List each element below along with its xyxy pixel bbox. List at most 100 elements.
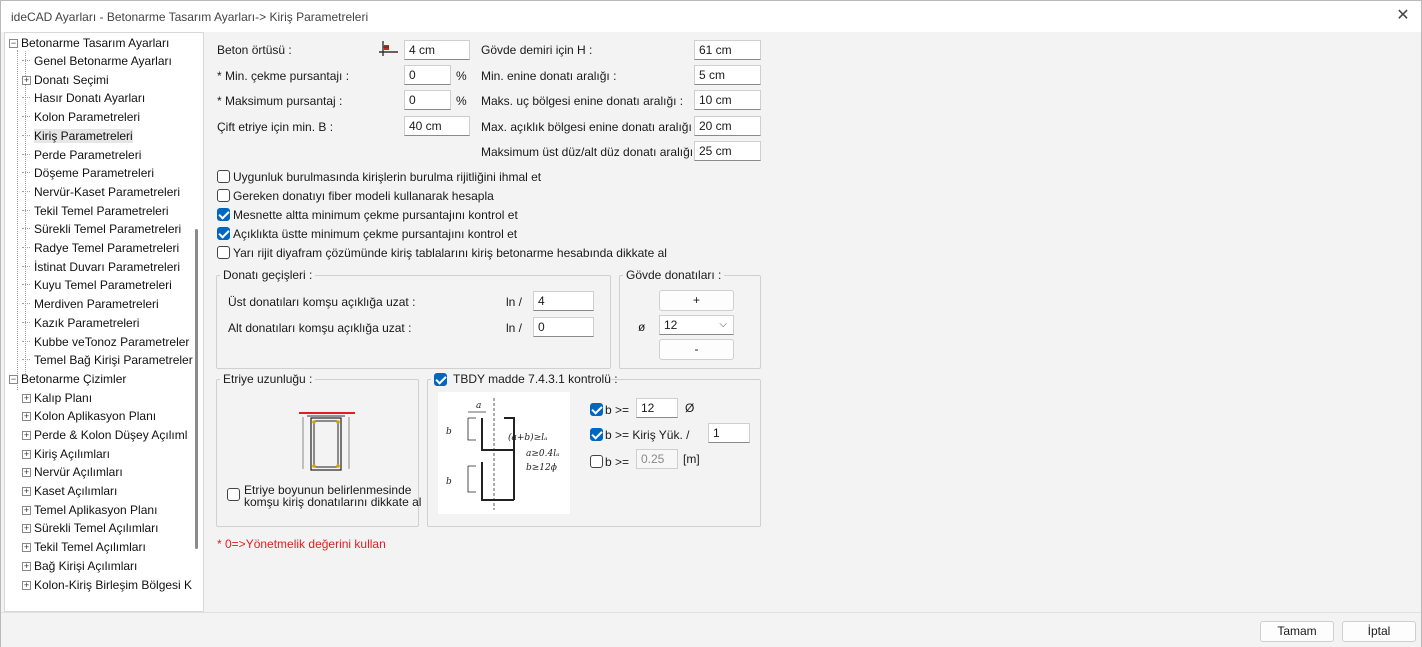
rule3-input[interactable]: 0.25 <box>636 449 678 469</box>
tree-item[interactable]: Tekil Temel Parametreleri <box>22 202 169 220</box>
settings-window: ideCAD Ayarları - Betonarme Tasarım Ayar… <box>0 0 1422 647</box>
tree-item[interactable]: Merdiven Parametreleri <box>22 295 159 313</box>
tree-item[interactable]: Radye Temel Parametreleri <box>22 239 179 257</box>
expand-icon[interactable]: + <box>22 393 31 403</box>
tree-item[interactable]: Kolon Parametreleri <box>22 108 140 126</box>
tree-item[interactable]: + Kiriş Açılımları <box>22 445 110 463</box>
tree-item[interactable]: Temel Bağ Kirişi Parametreler <box>22 351 193 369</box>
option-checkbox-label: Mesnette altta minimum çekme pursantajın… <box>233 208 518 222</box>
beton-ortusu-input[interactable]: 4 cm <box>404 40 470 60</box>
expand-icon[interactable]: + <box>22 561 31 571</box>
collapse-icon[interactable]: − <box>9 375 18 384</box>
ust-donati-input[interactable]: 4 <box>533 291 594 311</box>
tree-item[interactable]: + Kalıp Planı <box>22 389 92 407</box>
maks-pursantaj-label: * Maksimum pursantaj : <box>217 94 343 108</box>
maks-pursantaj-input[interactable]: 0 <box>404 90 451 110</box>
expand-icon[interactable]: + <box>22 487 31 496</box>
option-checkbox[interactable] <box>217 208 230 221</box>
tree-item[interactable]: Perde Parametreleri <box>22 146 141 164</box>
tree-item[interactable]: İstinat Duvarı Parametreleri <box>22 258 180 276</box>
cover-icon <box>377 39 399 59</box>
tree-item[interactable]: + Sürekli Temel Açılımları <box>22 519 158 537</box>
tree-item-label: Kolon Aplikasyon Planı <box>34 409 157 424</box>
tree-item[interactable]: + Temel Aplikasyon Planı <box>22 501 157 519</box>
rule1-input[interactable]: 12 <box>636 398 678 418</box>
maks-ust-input[interactable]: 25 cm <box>694 141 761 161</box>
tree-item-label: Kiriş Parametreleri <box>34 128 133 143</box>
tree-item-label: Kalıp Planı <box>34 390 93 405</box>
tree-guide-line <box>22 321 30 323</box>
min-enine-input[interactable]: 5 cm <box>694 65 761 85</box>
expand-icon[interactable]: + <box>22 412 31 422</box>
etriye-uzunlugu-title: Etriye uzunluğu : <box>220 372 316 386</box>
diameter-select[interactable]: 12 ⌵ <box>659 315 734 335</box>
close-icon[interactable]: ✕ <box>1393 6 1413 26</box>
add-rebar-button[interactable]: + <box>659 290 734 311</box>
expand-icon[interactable]: + <box>22 524 31 534</box>
tree-item[interactable]: Kubbe veTonoz Parametreler <box>22 333 189 351</box>
tree-item[interactable]: + Kolon-Kiriş Birleşim Bölgesi K <box>22 576 192 594</box>
tree-vertical-scrollbar[interactable] <box>195 229 198 549</box>
option-checkbox[interactable] <box>217 246 230 259</box>
ust-donati-label: Üst donatıları komşu açıklığa uzat : <box>228 295 416 309</box>
expand-icon[interactable]: + <box>22 430 31 440</box>
expand-icon[interactable]: + <box>22 580 31 590</box>
rule2-checkbox[interactable] <box>590 428 603 441</box>
rule3-unit: [m] <box>683 452 700 466</box>
tree-item[interactable]: Kiriş Parametreleri <box>22 127 133 145</box>
alt-donati-label: Alt donatıları komşu açıklığa uzat : <box>228 321 412 335</box>
alt-donati-input[interactable]: 0 <box>533 317 594 337</box>
expand-icon[interactable]: + <box>22 449 31 459</box>
tree-item[interactable]: Nervür-Kaset Parametreleri <box>22 183 180 201</box>
cancel-button[interactable]: İptal <box>1342 621 1416 642</box>
tree-guide-line <box>22 303 30 305</box>
option-checkbox[interactable] <box>217 227 230 240</box>
option-checkbox[interactable] <box>217 189 230 202</box>
rule2-input[interactable]: 1 <box>708 423 750 443</box>
govde-demiri-input[interactable]: 61 cm <box>694 40 761 60</box>
tbdy-title-wrap: TBDY madde 7.4.3.1 kontrolü : <box>431 372 618 388</box>
tree-item[interactable]: + Donatı Seçimi <box>22 71 109 89</box>
tree-item[interactable]: Kuyu Temel Parametreleri <box>22 276 172 294</box>
tree-item[interactable]: + Kaset Açılımları <box>22 482 117 500</box>
tree-item[interactable]: Sürekli Temel Parametreleri <box>22 220 181 238</box>
tree-item[interactable]: Döşeme Parametreleri <box>22 164 154 182</box>
rule1-checkbox[interactable] <box>590 403 603 416</box>
rule1-label: b >= <box>605 403 630 417</box>
expand-icon[interactable]: + <box>22 468 31 478</box>
expand-icon[interactable]: + <box>22 505 31 515</box>
tree-item[interactable]: Genel Betonarme Ayarları <box>22 52 172 70</box>
tree-item-label: Kiriş Açılımları <box>34 446 111 461</box>
tree-item[interactable]: + Kolon Aplikasyon Planı <box>22 407 156 425</box>
remove-rebar-button[interactable]: - <box>659 339 734 360</box>
sketch-eq-3: b≥12ϕ <box>526 463 557 473</box>
tree-item-label: Sürekli Temel Parametreleri <box>34 222 182 237</box>
ok-button[interactable]: Tamam <box>1260 621 1334 642</box>
tree-item[interactable]: Hasır Donatı Ayarları <box>22 89 145 107</box>
max-aciklik-input[interactable]: 20 cm <box>694 116 761 136</box>
tree-item[interactable]: + Perde & Kolon Düşey Açılıml <box>22 426 187 444</box>
tree-item-label: Perde Parametreleri <box>34 147 142 162</box>
tree-item[interactable]: + Tekil Temel Açılımları <box>22 538 146 556</box>
tree-item[interactable]: Kazık Parametreleri <box>22 314 139 332</box>
min-cekme-input[interactable]: 0 <box>404 65 451 85</box>
rule3-checkbox[interactable] <box>590 455 603 468</box>
maks-uc-input[interactable]: 10 cm <box>694 90 761 110</box>
tbdy-title: TBDY madde 7.4.3.1 kontrolü : <box>453 372 618 386</box>
cift-etriye-input[interactable]: 40 cm <box>404 116 470 136</box>
tree-item[interactable]: + Nervür Açılımları <box>22 463 123 481</box>
etriye-checkbox[interactable] <box>227 488 240 501</box>
tree-guide-line <box>22 172 30 174</box>
tree-guide-line <box>22 153 30 155</box>
expand-icon[interactable]: + <box>22 543 31 553</box>
collapse-icon[interactable]: − <box>9 39 18 48</box>
expand-icon[interactable]: + <box>22 75 31 85</box>
tbdy-checkbox[interactable] <box>434 373 447 386</box>
tree-item-betonarme-tasarim[interactable]: − Betonarme Tasarım Ayarları <box>9 34 169 52</box>
tree-item-betonarme-cizimler[interactable]: − Betonarme Çizimler <box>9 370 126 388</box>
option-checkbox[interactable] <box>217 170 230 183</box>
maks-uc-label: Maks. uç bölgesi enine donatı aralığı : <box>481 94 684 108</box>
tbdy-sketch: a b b (a+b)≥lₐ a≥0.4lₐ b≥12ϕ <box>438 392 570 514</box>
ust-ln-label: ln / <box>506 295 523 309</box>
tree-item[interactable]: + Bağ Kirişi Açılımları <box>22 557 137 575</box>
